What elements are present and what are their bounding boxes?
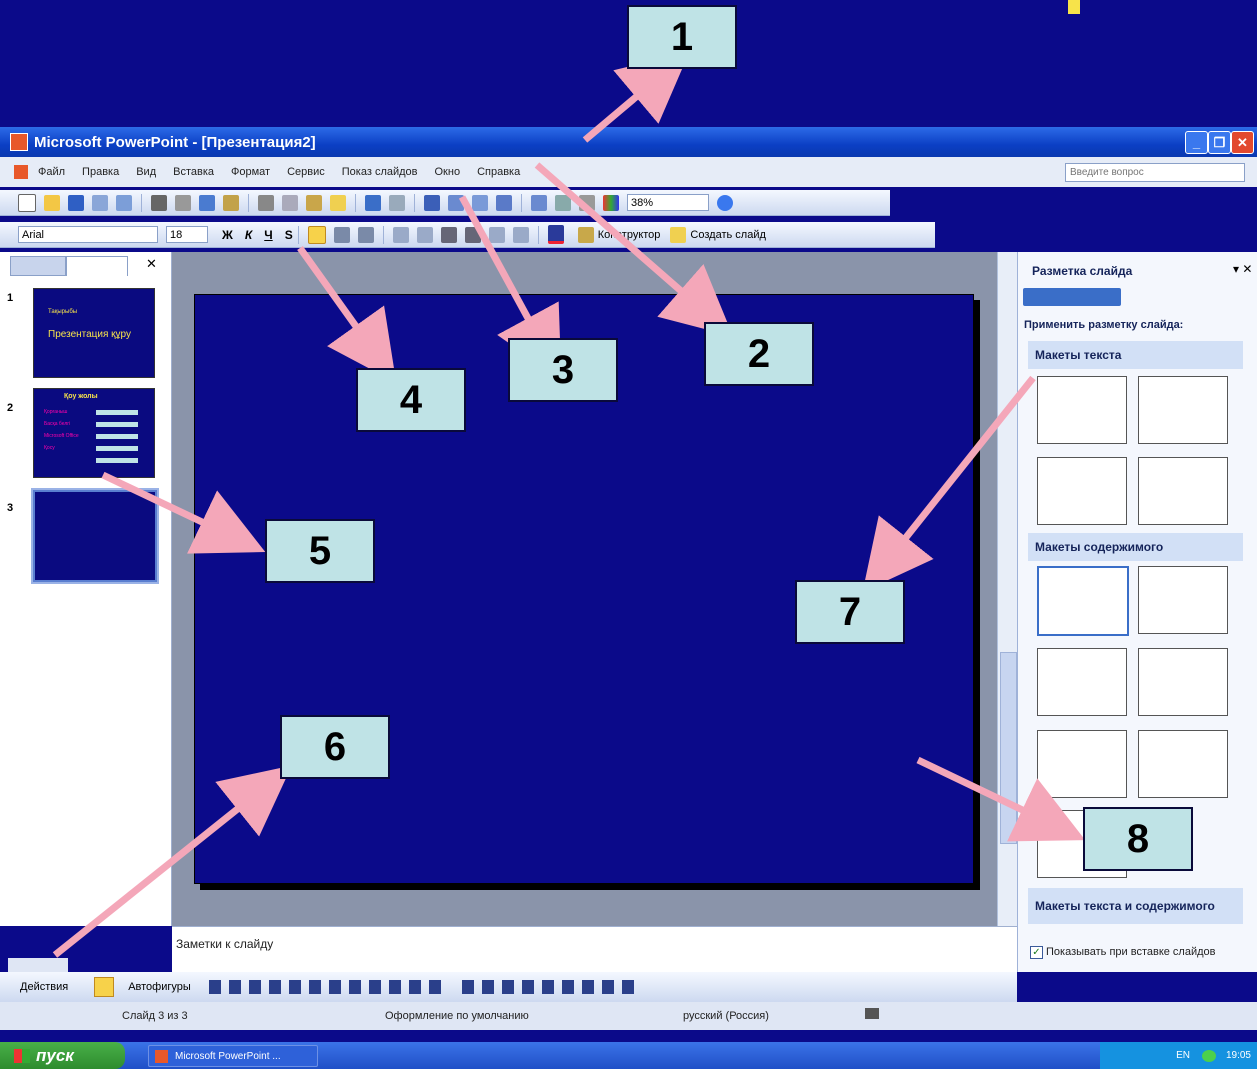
- arrow-4: [297, 245, 397, 383]
- arrow-3: [458, 195, 562, 380]
- callout-7: 7: [795, 580, 905, 644]
- callout-5: 5: [265, 519, 375, 583]
- callout-3: 3: [508, 338, 618, 402]
- arrow-1: [582, 51, 690, 143]
- callout-2: 2: [704, 322, 814, 386]
- arrow-8: [916, 756, 1086, 842]
- yellow-mark: [1068, 0, 1080, 14]
- arrow-6: [52, 765, 292, 958]
- arrow-5: [101, 471, 266, 554]
- callout-8: 8: [1083, 807, 1193, 871]
- callout-4: 4: [356, 368, 466, 432]
- callout-1: 1: [627, 5, 737, 69]
- annotation-arrows: [52, 51, 1086, 958]
- arrow-2: [534, 162, 734, 337]
- callout-6: 6: [280, 715, 390, 779]
- arrow-7: [862, 375, 1036, 592]
